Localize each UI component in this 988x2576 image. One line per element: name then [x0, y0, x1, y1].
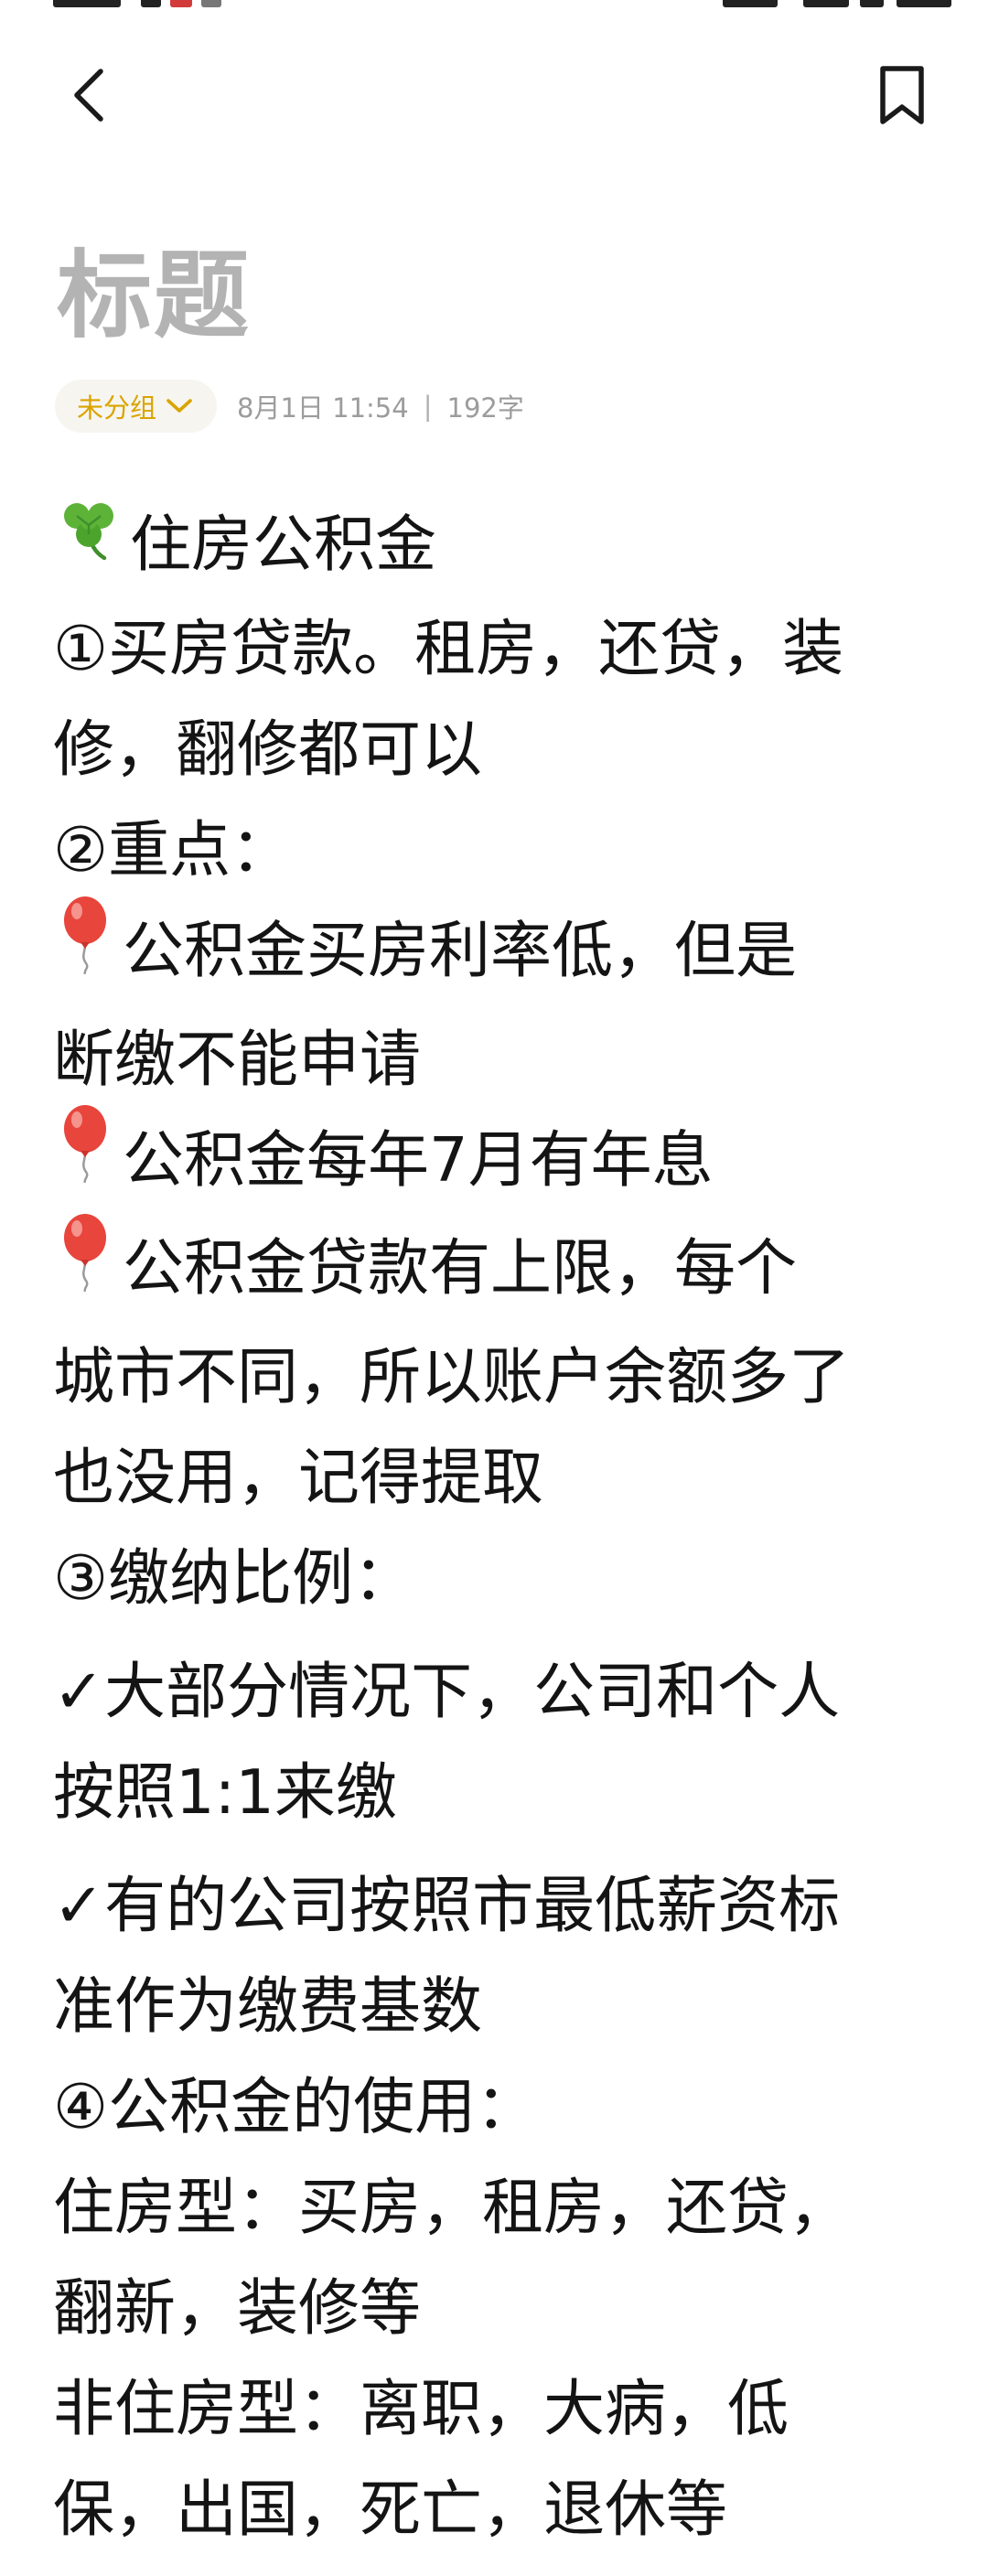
balloon-icon: [53, 896, 117, 1004]
note-line-text: 住房型：买房，租房，还贷，: [53, 2171, 850, 2243]
note-line: ✓有的公司按照市最低薪资标: [53, 1855, 942, 1956]
note-line-text: 准作为缴费基数: [53, 1970, 482, 2042]
note-title[interactable]: 标题: [57, 236, 251, 355]
note-line: ✓大部分情况下，公司和个人: [53, 1641, 942, 1742]
note-line-text: 断缴不能申请: [53, 1023, 421, 1095]
note-line-text: 修，翻修都可以: [53, 714, 482, 786]
note-line: 公积金每年7月有年息: [53, 1105, 942, 1218]
word-count: 192字: [446, 392, 524, 424]
chevron-left-icon: [74, 69, 103, 122]
note-line-text: 保，出国，死亡，退休等: [53, 2473, 727, 2545]
note-line-text: ④公积金的使用：: [53, 2070, 538, 2142]
note-line: 翻新，装修等: [53, 2258, 942, 2358]
group-selector[interactable]: 未分组: [55, 380, 218, 433]
note-line-text: 按照1:1来缴: [53, 1755, 397, 1828]
status-bar-right: [723, 0, 951, 7]
note-line-text: ②重点：: [53, 814, 293, 886]
note-line: 住房公积金: [53, 494, 942, 598]
note-line-text: 城市不同，所以账户余额多了: [53, 1340, 850, 1412]
clover-icon: [53, 492, 124, 593]
status-bar-left: [53, 0, 273, 7]
note-line-text: ✓大部分情况下，公司和个人: [53, 1655, 841, 1727]
note-info: 8月1日 11:54 | 192字: [237, 387, 524, 425]
bookmark-icon: [880, 66, 924, 124]
top-nav: [0, 37, 988, 156]
back-button[interactable]: [57, 62, 123, 128]
note-line-text: 公积金每年7月有年息: [123, 1123, 714, 1196]
note-line-text: 翻新，装修等: [53, 2271, 421, 2344]
note-line: ③缴纳比例：: [53, 1528, 942, 1628]
note-line: ①买房贷款。租房，还贷，装: [53, 598, 942, 699]
note-line-text: ①买房贷款。租房，还贷，装: [53, 613, 844, 685]
meta-separator: |: [423, 391, 433, 422]
note-line: 断缴不能申请: [53, 1009, 942, 1110]
note-line: 公积金买房利率低，但是: [53, 896, 942, 1008]
note-line-text: 非住房型：离职，大病，低: [53, 2372, 789, 2444]
note-line-text: ✓有的公司按照市最低薪资标: [53, 1869, 841, 1941]
note-line: ②重点：: [53, 800, 942, 900]
note-line: 保，出国，死亡，退休等: [53, 2459, 942, 2560]
note-body[interactable]: 住房公积金 ①买房贷款。租房，还贷，装 修，翻修都可以 ②重点： 公积金买房利率低，但是…: [53, 494, 942, 2560]
bookmark-button[interactable]: [869, 62, 935, 128]
note-date: 8月1日 11:54: [237, 392, 409, 424]
note-line: 公积金贷款有上限，每个: [53, 1213, 942, 1326]
balloon-icon: [53, 1213, 117, 1321]
note-line-text: ③缴纳比例：: [53, 1541, 415, 1614]
note-line: 非住房型：离职，大病，低: [53, 2358, 942, 2459]
note-line: 修，翻修都可以: [53, 699, 942, 800]
group-label: 未分组: [77, 392, 157, 424]
note-line: 住房型：买房，租房，还贷，: [53, 2157, 942, 2258]
note-meta: 未分组 8月1日 11:54 | 192字: [55, 379, 524, 434]
chevron-down-icon: [166, 399, 192, 413]
note-line-text: 公积金贷款有上限，每个: [123, 1232, 797, 1304]
note-line-text: 住房公积金: [130, 509, 436, 580]
note-line: ④公积金的使用：: [53, 2056, 942, 2157]
note-line: 准作为缴费基数: [53, 1956, 942, 2056]
note-line: 城市不同，所以账户余额多了: [53, 1326, 942, 1427]
balloon-icon: [53, 1104, 117, 1212]
note-line-text: 公积金买房利率低，但是: [123, 915, 797, 987]
note-line: 也没用，记得提取: [53, 1427, 942, 1528]
note-line-text: 也没用，记得提取: [53, 1441, 543, 1513]
status-bar: [0, 0, 988, 13]
note-line: 按照1:1来缴: [53, 1742, 942, 1842]
